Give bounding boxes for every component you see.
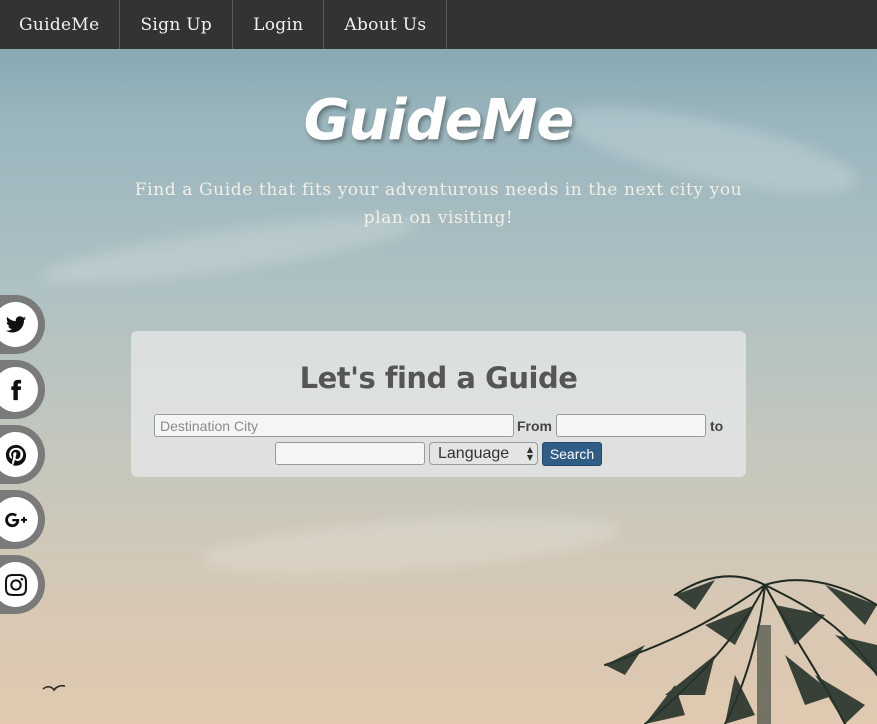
to-label: to: [710, 418, 724, 434]
language-select[interactable]: Language ▲ ▼: [429, 442, 538, 465]
social-instagram-button[interactable]: [0, 555, 45, 614]
twitter-icon: [5, 315, 26, 333]
from-label: From: [517, 418, 552, 434]
hero-title: GuideMe: [303, 88, 575, 153]
social-pinterest-button[interactable]: [0, 425, 45, 484]
to-date-input[interactable]: [275, 442, 425, 465]
search-button[interactable]: Search: [542, 442, 602, 466]
social-google-plus-button[interactable]: [0, 490, 45, 549]
search-panel-title: Let's find a Guide: [299, 361, 578, 395]
nav-signup-link[interactable]: Sign Up: [120, 0, 234, 49]
instagram-icon: [4, 573, 27, 596]
language-select-value: Language: [438, 444, 510, 462]
bird-image: [42, 684, 66, 692]
palm-tree-image: [604, 575, 877, 724]
from-date-input[interactable]: [556, 414, 706, 437]
select-arrows-icon: ▲ ▼: [526, 445, 533, 462]
facebook-icon: [10, 379, 21, 400]
pinterest-icon: [5, 444, 26, 466]
nav-about-link[interactable]: About Us: [324, 0, 448, 49]
nav-home-link[interactable]: GuideMe: [0, 0, 121, 49]
destination-city-input[interactable]: [154, 414, 514, 437]
social-twitter-button[interactable]: [0, 295, 45, 354]
hero-subtitle: Find a Guide that fits your adventurous …: [134, 180, 743, 228]
google-plus-icon: [4, 512, 27, 527]
sky-cloud: [198, 505, 622, 585]
search-panel: Let's find a Guide From to Language ▲▼ S…: [131, 331, 746, 477]
social-facebook-button[interactable]: [0, 360, 45, 419]
top-navbar: GuideMe Sign Up Login About Us: [0, 0, 877, 49]
nav-login-link[interactable]: Login: [233, 0, 325, 49]
